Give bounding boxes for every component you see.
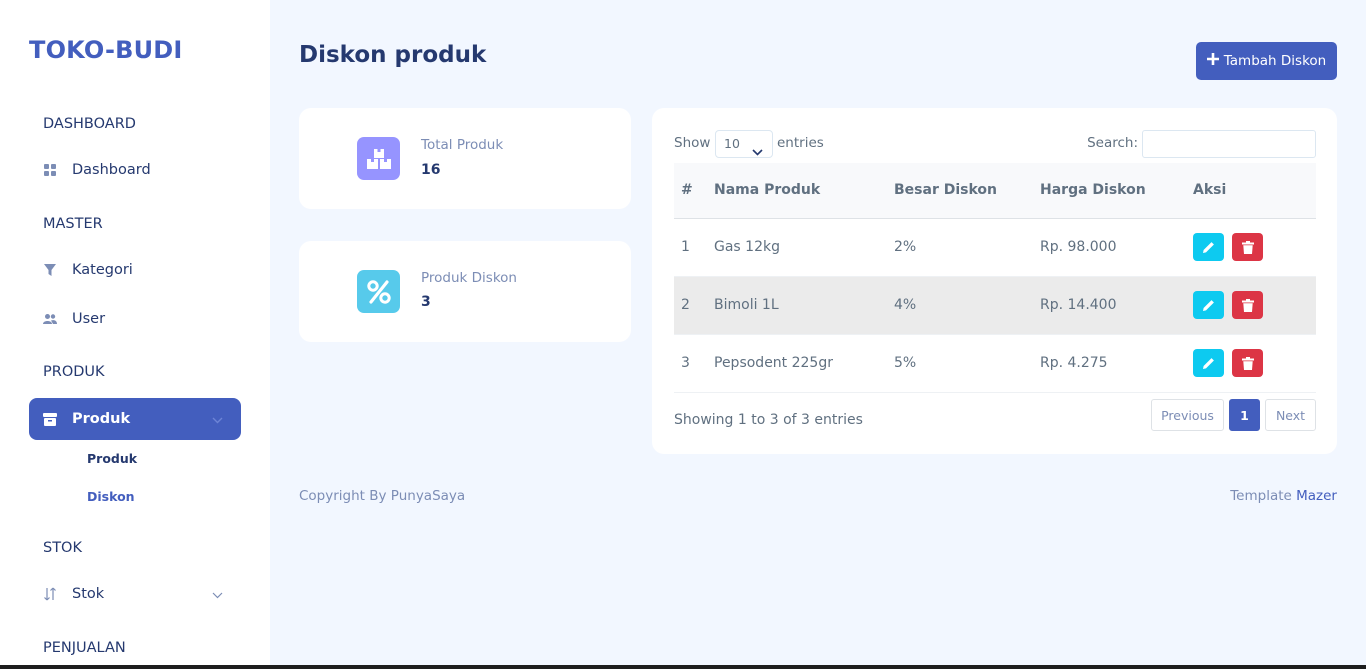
brand-logo[interactable]: TOKO-BUDI — [29, 36, 183, 64]
delete-button[interactable] — [1232, 291, 1263, 319]
sort-arrows-icon — [43, 587, 57, 601]
stat-value: 3 — [421, 294, 431, 310]
footer-template: Template Mazer — [1230, 488, 1337, 504]
grid-icon — [43, 163, 57, 177]
trash-icon — [1241, 298, 1254, 312]
stat-label: Total Produk — [421, 137, 504, 153]
cell-aksi — [1190, 276, 1316, 335]
stat-card-total-produk: Total Produk 16 — [299, 108, 631, 209]
boxes-icon — [357, 137, 400, 180]
table-controls: Show 10 entries Search: — [674, 130, 1316, 158]
stat-value: 16 — [421, 162, 441, 178]
pagination-next[interactable]: Next — [1265, 399, 1316, 431]
cell-besar-diskon: 2% — [894, 218, 1040, 277]
col-header-number[interactable]: # — [674, 163, 714, 219]
table-header-row: # Nama Produk Besar Diskon Harga Diskon … — [674, 163, 1316, 219]
sidebar-item-dashboard[interactable]: Dashboard — [29, 149, 241, 191]
table-row: 3 Pepsodent 225gr 5% Rp. 4.275 — [674, 334, 1316, 393]
col-header-nama-produk[interactable]: Nama Produk — [714, 163, 894, 219]
cell-aksi — [1190, 334, 1316, 393]
chevron-down-icon — [212, 587, 223, 603]
pagination-page-1[interactable]: 1 — [1229, 399, 1260, 431]
cell-aksi — [1190, 218, 1316, 277]
funnel-icon — [43, 263, 57, 277]
table-row: 1 Gas 12kg 2% Rp. 98.000 — [674, 218, 1316, 277]
pagination-previous[interactable]: Previous — [1151, 399, 1224, 431]
section-title-stok: STOK — [43, 540, 82, 556]
sidebar-item-label: Dashboard — [72, 162, 151, 178]
cell-harga-diskon: Rp. 98.000 — [1040, 218, 1190, 277]
cell-number: 2 — [674, 276, 714, 335]
window-bottom-edge — [0, 665, 1366, 669]
col-header-besar-diskon[interactable]: Besar Diskon — [894, 163, 1040, 219]
cell-harga-diskon: Rp. 14.400 — [1040, 276, 1190, 335]
section-title-dashboard: DASHBOARD — [43, 116, 136, 132]
cell-number: 1 — [674, 218, 714, 277]
sidebar-item-stok[interactable]: Stok — [29, 573, 241, 615]
sidebar: TOKO-BUDI DASHBOARD Dashboard MASTER Kat… — [0, 0, 270, 669]
sidebar-item-label: Stok — [72, 586, 105, 602]
entries-label: entries — [777, 135, 824, 151]
cell-besar-diskon: 5% — [894, 334, 1040, 393]
section-title-produk: PRODUK — [43, 364, 105, 380]
cell-harga-diskon: Rp. 4.275 — [1040, 334, 1190, 393]
chevron-down-icon — [752, 139, 763, 165]
edit-button[interactable] — [1193, 349, 1224, 377]
section-title-penjualan: PENJUALAN — [43, 640, 126, 656]
sidebar-item-user[interactable]: User — [29, 298, 241, 340]
add-discount-button[interactable]: Tambah Diskon — [1196, 42, 1337, 80]
cell-nama-produk: Gas 12kg — [714, 218, 894, 277]
edit-button[interactable] — [1193, 291, 1224, 319]
pencil-icon — [1203, 241, 1214, 253]
percent-icon — [357, 270, 400, 313]
page-size-value: 10 — [724, 136, 740, 151]
page-title: Diskon produk — [299, 42, 487, 68]
delete-button[interactable] — [1232, 349, 1263, 377]
delete-button[interactable] — [1232, 233, 1263, 261]
pencil-icon — [1203, 357, 1214, 369]
trash-icon — [1241, 356, 1254, 370]
archive-icon — [43, 412, 57, 426]
trash-icon — [1241, 240, 1254, 254]
search-input[interactable] — [1142, 130, 1316, 158]
table-row: 2 Bimoli 1L 4% Rp. 14.400 — [674, 276, 1316, 335]
section-title-master: MASTER — [43, 216, 103, 232]
discount-table: # Nama Produk Besar Diskon Harga Diskon … — [674, 163, 1316, 393]
submenu-item-produk[interactable]: Produk — [87, 451, 137, 466]
stat-label: Produk Diskon — [421, 270, 517, 286]
cell-besar-diskon: 4% — [894, 276, 1040, 335]
people-icon — [43, 312, 57, 326]
cell-nama-produk: Bimoli 1L — [714, 276, 894, 335]
search-label: Search: — [1087, 135, 1138, 151]
footer-copyright: Copyright By PunyaSaya — [299, 488, 466, 504]
footer-template-link[interactable]: Mazer — [1296, 488, 1337, 504]
sidebar-item-label: Kategori — [72, 262, 133, 278]
plus-icon — [1206, 53, 1219, 69]
cell-number: 3 — [674, 334, 714, 393]
discount-table-card: Show 10 entries Search: # Nama Produk Be… — [652, 108, 1337, 454]
cell-nama-produk: Pepsodent 225gr — [714, 334, 894, 393]
sidebar-item-kategori[interactable]: Kategori — [29, 249, 241, 291]
sidebar-item-produk[interactable]: Produk — [29, 398, 241, 440]
sidebar-item-label: User — [72, 311, 106, 327]
pencil-icon — [1203, 299, 1214, 311]
page-size-select[interactable]: 10 — [715, 130, 773, 158]
col-header-harga-diskon[interactable]: Harga Diskon — [1040, 163, 1190, 219]
add-discount-label: Tambah Diskon — [1223, 53, 1327, 69]
sidebar-item-label: Produk — [72, 411, 131, 427]
edit-button[interactable] — [1193, 233, 1224, 261]
submenu-item-diskon[interactable]: Diskon — [87, 489, 135, 504]
footer-template-prefix: Template — [1230, 488, 1292, 504]
stat-card-produk-diskon: Produk Diskon 3 — [299, 241, 631, 342]
table-info: Showing 1 to 3 of 3 entries — [674, 412, 863, 428]
chevron-down-icon — [212, 412, 223, 428]
show-label: Show — [674, 135, 711, 151]
col-header-aksi: Aksi — [1190, 163, 1316, 219]
pagination: Previous 1 Next — [1151, 399, 1316, 431]
